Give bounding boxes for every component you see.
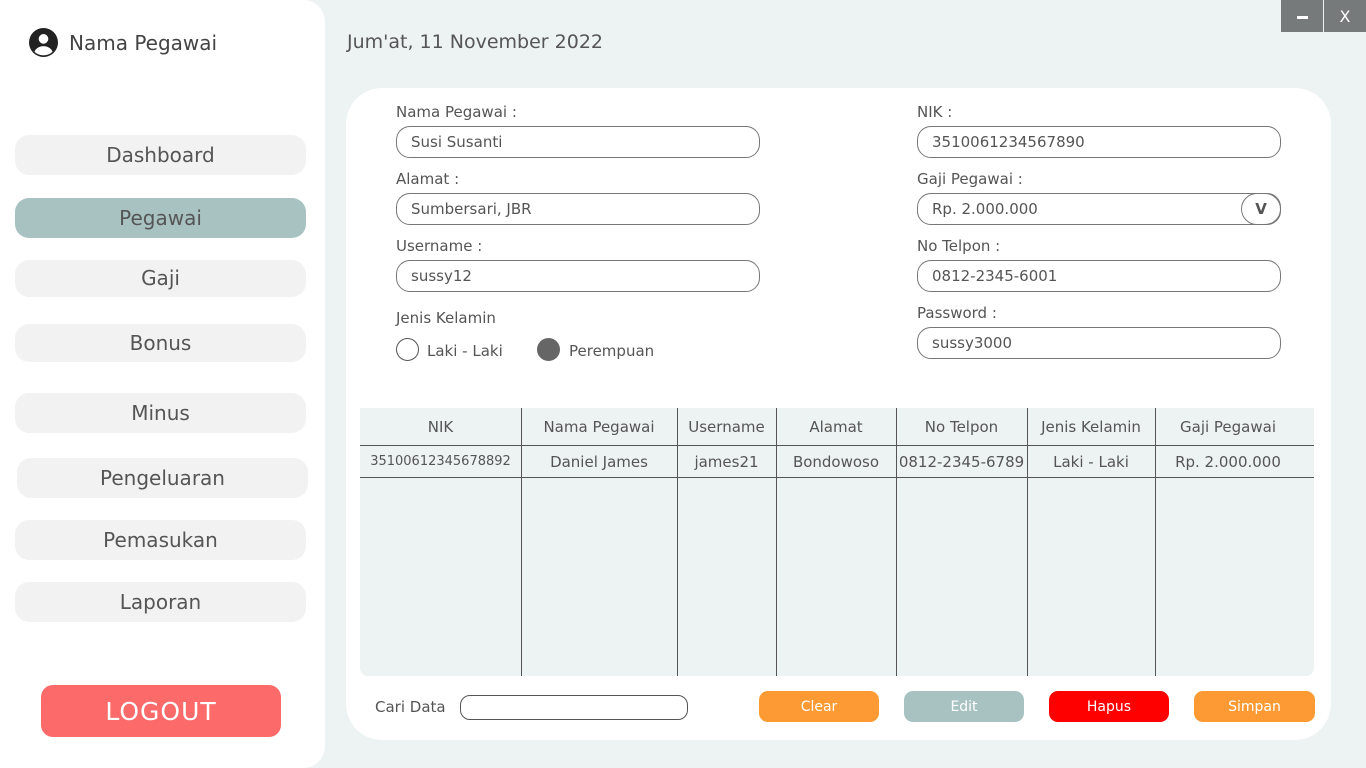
cell-gaji: Rp. 2.000.000 (1175, 453, 1281, 471)
alamat-input[interactable] (396, 193, 760, 225)
username-label: Username : (396, 237, 483, 255)
gender-laki-label: Laki - Laki (427, 342, 503, 360)
gaji-select[interactable]: Rp. 2.000.000 V (917, 193, 1281, 225)
edit-button[interactable]: Edit (904, 691, 1024, 722)
telpon-label: No Telpon : (917, 237, 1001, 255)
user-name: Nama Pegawai (69, 30, 218, 55)
row-divider (360, 477, 1314, 478)
nav-gaji-button[interactable]: Gaji (15, 260, 306, 297)
password-input[interactable] (917, 327, 1281, 359)
header-divider (360, 445, 1314, 446)
search-label: Cari Data (375, 698, 446, 716)
current-date: Jum'at, 11 November 2022 (347, 31, 603, 53)
cell-nik: 35100612345678892 (370, 454, 511, 469)
col-divider (1155, 408, 1156, 676)
gender-label: Jenis Kelamin (396, 309, 496, 327)
gaji-dropdown-button[interactable]: V (1241, 193, 1281, 225)
hapus-button[interactable]: Hapus (1049, 691, 1169, 722)
gender-laki-radio[interactable] (396, 338, 419, 361)
col-divider (677, 408, 678, 676)
clear-button[interactable]: Clear (759, 691, 879, 722)
col-divider (896, 408, 897, 676)
employee-table: NIK Nama Pegawai Username Alamat No Telp… (360, 408, 1314, 676)
telpon-input[interactable] (917, 260, 1281, 292)
cell-username: james21 (694, 453, 759, 471)
alamat-label: Alamat : (396, 170, 460, 188)
minimize-icon (1296, 15, 1308, 19)
gaji-selected-value: Rp. 2.000.000 (932, 200, 1038, 218)
nav-pengeluaran-button[interactable]: Pengeluaran (17, 458, 308, 498)
close-button[interactable]: X (1324, 0, 1366, 32)
username-input[interactable] (396, 260, 760, 292)
header-nama[interactable]: Nama Pegawai (521, 418, 677, 436)
nik-label: NIK : (917, 103, 953, 121)
user-profile: Nama Pegawai (29, 28, 217, 57)
header-alamat[interactable]: Alamat (776, 418, 896, 436)
nav-dashboard-button[interactable]: Dashboard (15, 135, 306, 175)
nik-input[interactable] (917, 126, 1281, 158)
gaji-label: Gaji Pegawai : (917, 170, 1023, 188)
nav-bonus-button[interactable]: Bonus (15, 324, 306, 362)
header-nik[interactable]: NIK (360, 418, 521, 436)
cell-telpon: 0812-2345-6789 (898, 453, 1025, 471)
col-divider (1027, 408, 1028, 676)
nama-label: Nama Pegawai : (396, 103, 517, 121)
minimize-button[interactable] (1281, 0, 1323, 32)
header-username[interactable]: Username (677, 418, 776, 436)
user-circle-icon (29, 28, 58, 57)
col-divider (521, 408, 522, 676)
cell-gender: Laki - Laki (1053, 453, 1129, 471)
logout-button[interactable]: LOGOUT (41, 685, 281, 737)
nav-pegawai-button[interactable]: Pegawai (15, 198, 306, 238)
simpan-button[interactable]: Simpan (1194, 691, 1315, 722)
sidebar: Nama Pegawai Dashboard Pegawai Gaji Bonu… (0, 0, 325, 768)
cell-nama: Daniel James (550, 453, 648, 471)
search-input[interactable] (460, 695, 688, 720)
header-gaji[interactable]: Gaji Pegawai (1155, 418, 1301, 436)
nav-pemasukan-button[interactable]: Pemasukan (15, 520, 306, 560)
gender-perempuan-label: Perempuan (569, 342, 655, 360)
nama-input[interactable] (396, 126, 760, 158)
cell-alamat: Bondowoso (792, 453, 880, 471)
password-label: Password : (917, 304, 997, 322)
nav-minus-button[interactable]: Minus (15, 393, 306, 433)
gender-perempuan-radio[interactable] (537, 338, 560, 361)
header-telpon[interactable]: No Telpon (896, 418, 1027, 436)
nav-laporan-button[interactable]: Laporan (15, 582, 306, 622)
col-divider (776, 408, 777, 676)
header-gender[interactable]: Jenis Kelamin (1027, 418, 1155, 436)
